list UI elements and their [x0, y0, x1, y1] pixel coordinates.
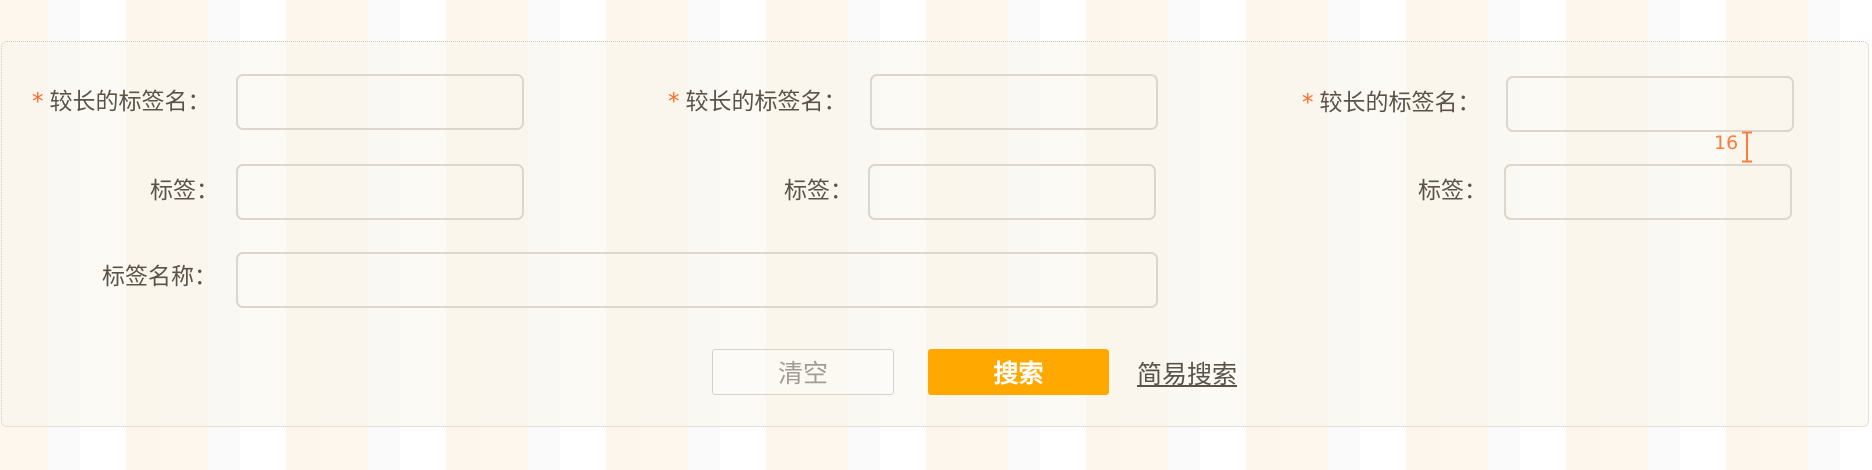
long-label-input-2[interactable]	[870, 74, 1158, 130]
tag-input-3[interactable]	[1504, 164, 1792, 220]
search-button[interactable]: 搜索	[928, 349, 1109, 395]
required-mark: *	[668, 89, 680, 115]
field-label-long-3: * 较长的标签名：	[1302, 90, 1481, 116]
field-label-long-2: * 较长的标签名：	[668, 89, 847, 115]
long-label-input-1[interactable]	[236, 74, 524, 130]
field-label-tag-1: 标签：	[150, 178, 219, 204]
field-label-tag-3: 标签：	[1418, 178, 1487, 204]
simple-search-link[interactable]: 简易搜索	[1137, 360, 1237, 390]
field-label-long-1: * 较长的标签名：	[32, 89, 211, 115]
required-mark: *	[32, 89, 44, 115]
field-label-tag-name: 标签名称：	[102, 264, 217, 290]
tag-input-1[interactable]	[236, 164, 524, 220]
tag-input-2[interactable]	[868, 164, 1156, 220]
field-label-tag-2: 标签：	[784, 178, 853, 204]
spacing-annotation: 16	[1714, 132, 1739, 154]
clear-button[interactable]: 清空	[712, 349, 894, 395]
long-label-input-3[interactable]	[1506, 76, 1794, 132]
spacing-marker-icon	[1742, 131, 1752, 163]
tag-name-input[interactable]	[236, 252, 1158, 308]
required-mark: *	[1302, 90, 1314, 116]
